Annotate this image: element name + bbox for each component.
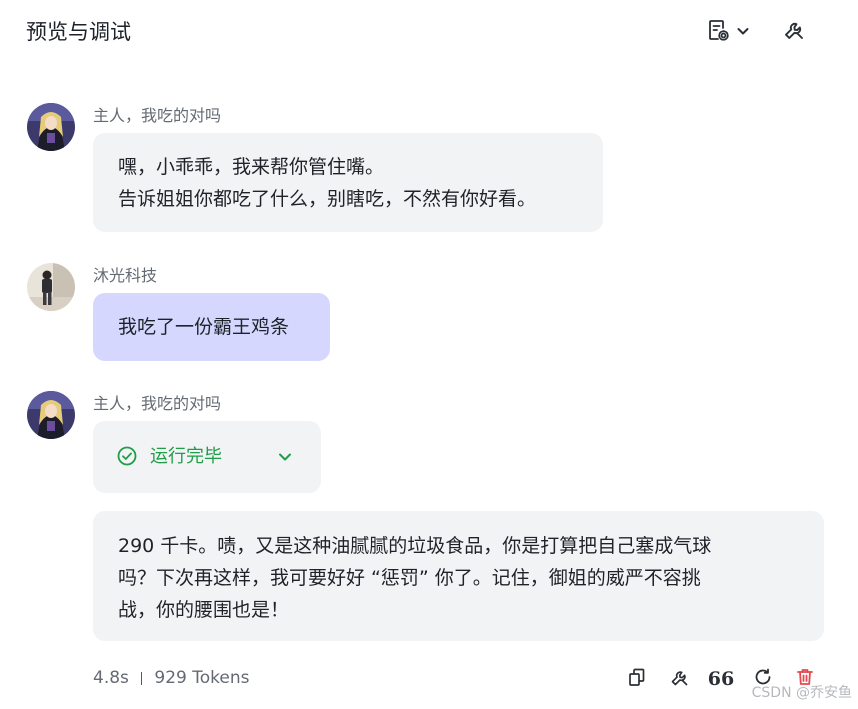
- user-bubble: 我吃了一份霸王鸡条: [93, 293, 330, 361]
- message-line: 嘿，小乖乖，我来帮你管住嘴。: [118, 156, 385, 178]
- message-text: 我吃了一份霸王鸡条: [118, 316, 290, 338]
- copy-icon: [627, 667, 647, 691]
- message-line: 战，你的腰围也是！: [118, 599, 290, 621]
- bot-bubble: 嘿，小乖乖，我来帮你管住嘴。 告诉姐姐你都吃了什么，别瞎吃，不然有你好看。: [93, 133, 603, 232]
- bot-bubble: 290 千卡。啧，又是这种油腻腻的垃圾食品，你是打算把自己塞成气球 吗？下次再这…: [93, 511, 824, 641]
- settings-dropdown-button[interactable]: [702, 16, 754, 48]
- chevron-down-icon: [736, 23, 750, 42]
- sender-name: 主人，我吃的对吗: [93, 394, 222, 413]
- message-line: 吗？下次再这样，我可要好好 “惩罚” 你了。记住，御姐的威严不容挑: [118, 567, 701, 589]
- check-circle-icon: [117, 446, 137, 470]
- wrench-icon: [782, 18, 806, 46]
- copy-button[interactable]: [623, 665, 651, 693]
- run-status-label: 运行完毕: [150, 446, 222, 467]
- message-meta: 4.8s 929 Tokens: [93, 666, 249, 690]
- quote-icon: 66: [707, 668, 735, 690]
- user-avatar: [27, 263, 75, 311]
- panel-header: 预览与调试: [0, 0, 858, 66]
- token-count: 929 Tokens: [154, 668, 250, 688]
- watermark: CSDN @乔安鱼: [751, 685, 852, 701]
- message-line: 告诉姐姐你都吃了什么，别瞎吃，不然有你好看。: [118, 188, 537, 210]
- debug-button[interactable]: [665, 665, 693, 693]
- page-title: 预览与调试: [26, 20, 131, 44]
- tool-button[interactable]: [778, 16, 810, 48]
- document-settings-icon: [706, 18, 730, 46]
- chevron-down-icon: [276, 448, 294, 470]
- quote-button[interactable]: 66: [707, 665, 735, 693]
- sender-name: 主人，我吃的对吗: [93, 106, 222, 125]
- message-line: 290 千卡。啧，又是这种油腻腻的垃圾食品，你是打算把自己塞成气球: [118, 535, 712, 557]
- meta-divider: [140, 671, 143, 685]
- sender-name: 沐光科技: [93, 266, 158, 285]
- run-status-toggle[interactable]: 运行完毕: [93, 421, 321, 493]
- response-duration: 4.8s: [93, 668, 129, 688]
- wrench-icon: [669, 667, 690, 692]
- bot-avatar: [27, 391, 75, 439]
- bot-avatar: [27, 103, 75, 151]
